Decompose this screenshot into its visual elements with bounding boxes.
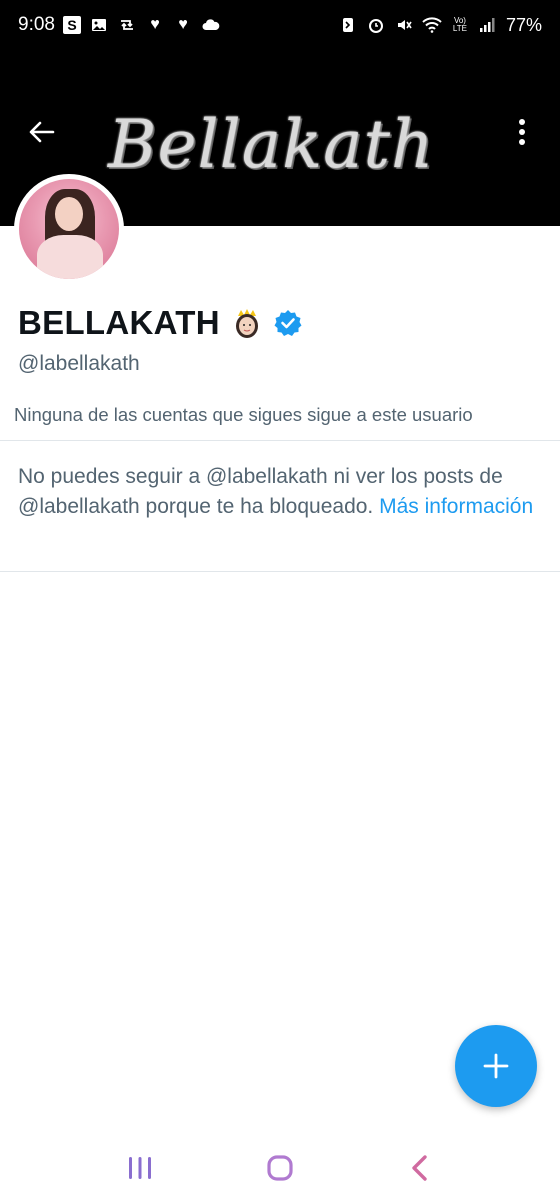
blocked-notice: No puedes seguir a @labellakath ni ver l… [18, 462, 538, 522]
more-options-button[interactable] [504, 114, 540, 150]
alarm-icon [366, 15, 386, 35]
home-button[interactable] [256, 1144, 304, 1192]
status-bar-left: 9:08 S ♥ ♥ [18, 14, 221, 36]
avatar-body [37, 235, 103, 279]
avatar-image [19, 179, 119, 279]
system-nav-bar [0, 1136, 560, 1200]
avatar[interactable] [14, 174, 124, 284]
network-label: LTE [452, 24, 467, 33]
gallery-icon [89, 15, 109, 35]
status-bar: 9:08 S ♥ ♥ Vo) LTE 77% [0, 0, 560, 50]
divider [0, 440, 560, 441]
banner-logo-text: Bellakath [108, 106, 435, 183]
heart-icon: ♥ [178, 16, 188, 33]
s-app-icon: S [62, 16, 81, 34]
followers-you-know-note: Ninguna de las cuentas que sigues sigue … [14, 404, 473, 425]
cloud-icon [201, 15, 221, 35]
plus-icon [483, 1053, 509, 1079]
nfc-icon [338, 15, 358, 35]
signal-icon [478, 15, 498, 35]
back-button[interactable] [24, 114, 60, 150]
back-nav-button[interactable] [396, 1144, 444, 1192]
recent-apps-icon [129, 1157, 151, 1179]
more-info-link[interactable]: Más información [379, 495, 533, 518]
home-icon [267, 1155, 293, 1181]
verified-badge-icon[interactable] [274, 309, 302, 337]
display-name: BELLAKATH [18, 304, 220, 341]
wifi-icon [422, 15, 442, 35]
chevron-left-icon [412, 1155, 427, 1181]
battery-level: 77% [505, 14, 542, 35]
display-name-row: BELLAKATH [18, 304, 302, 342]
mute-icon [394, 15, 414, 35]
more-vertical-icon [519, 119, 525, 145]
volte-icon: Vo) LTE [452, 16, 467, 33]
compose-fab-button[interactable] [455, 1025, 537, 1107]
avatar-face [55, 197, 83, 231]
status-time: 9:08 [18, 14, 55, 35]
recent-apps-button[interactable] [116, 1144, 164, 1192]
status-bar-right: Vo) LTE 77% [338, 15, 542, 36]
arrow-left-icon [29, 121, 55, 143]
divider [0, 571, 560, 572]
princess-emoji-icon [230, 306, 264, 340]
profile-handle: @labellakath [18, 352, 140, 375]
heart-icon: ♥ [150, 16, 160, 33]
retweet-icon [117, 15, 137, 35]
